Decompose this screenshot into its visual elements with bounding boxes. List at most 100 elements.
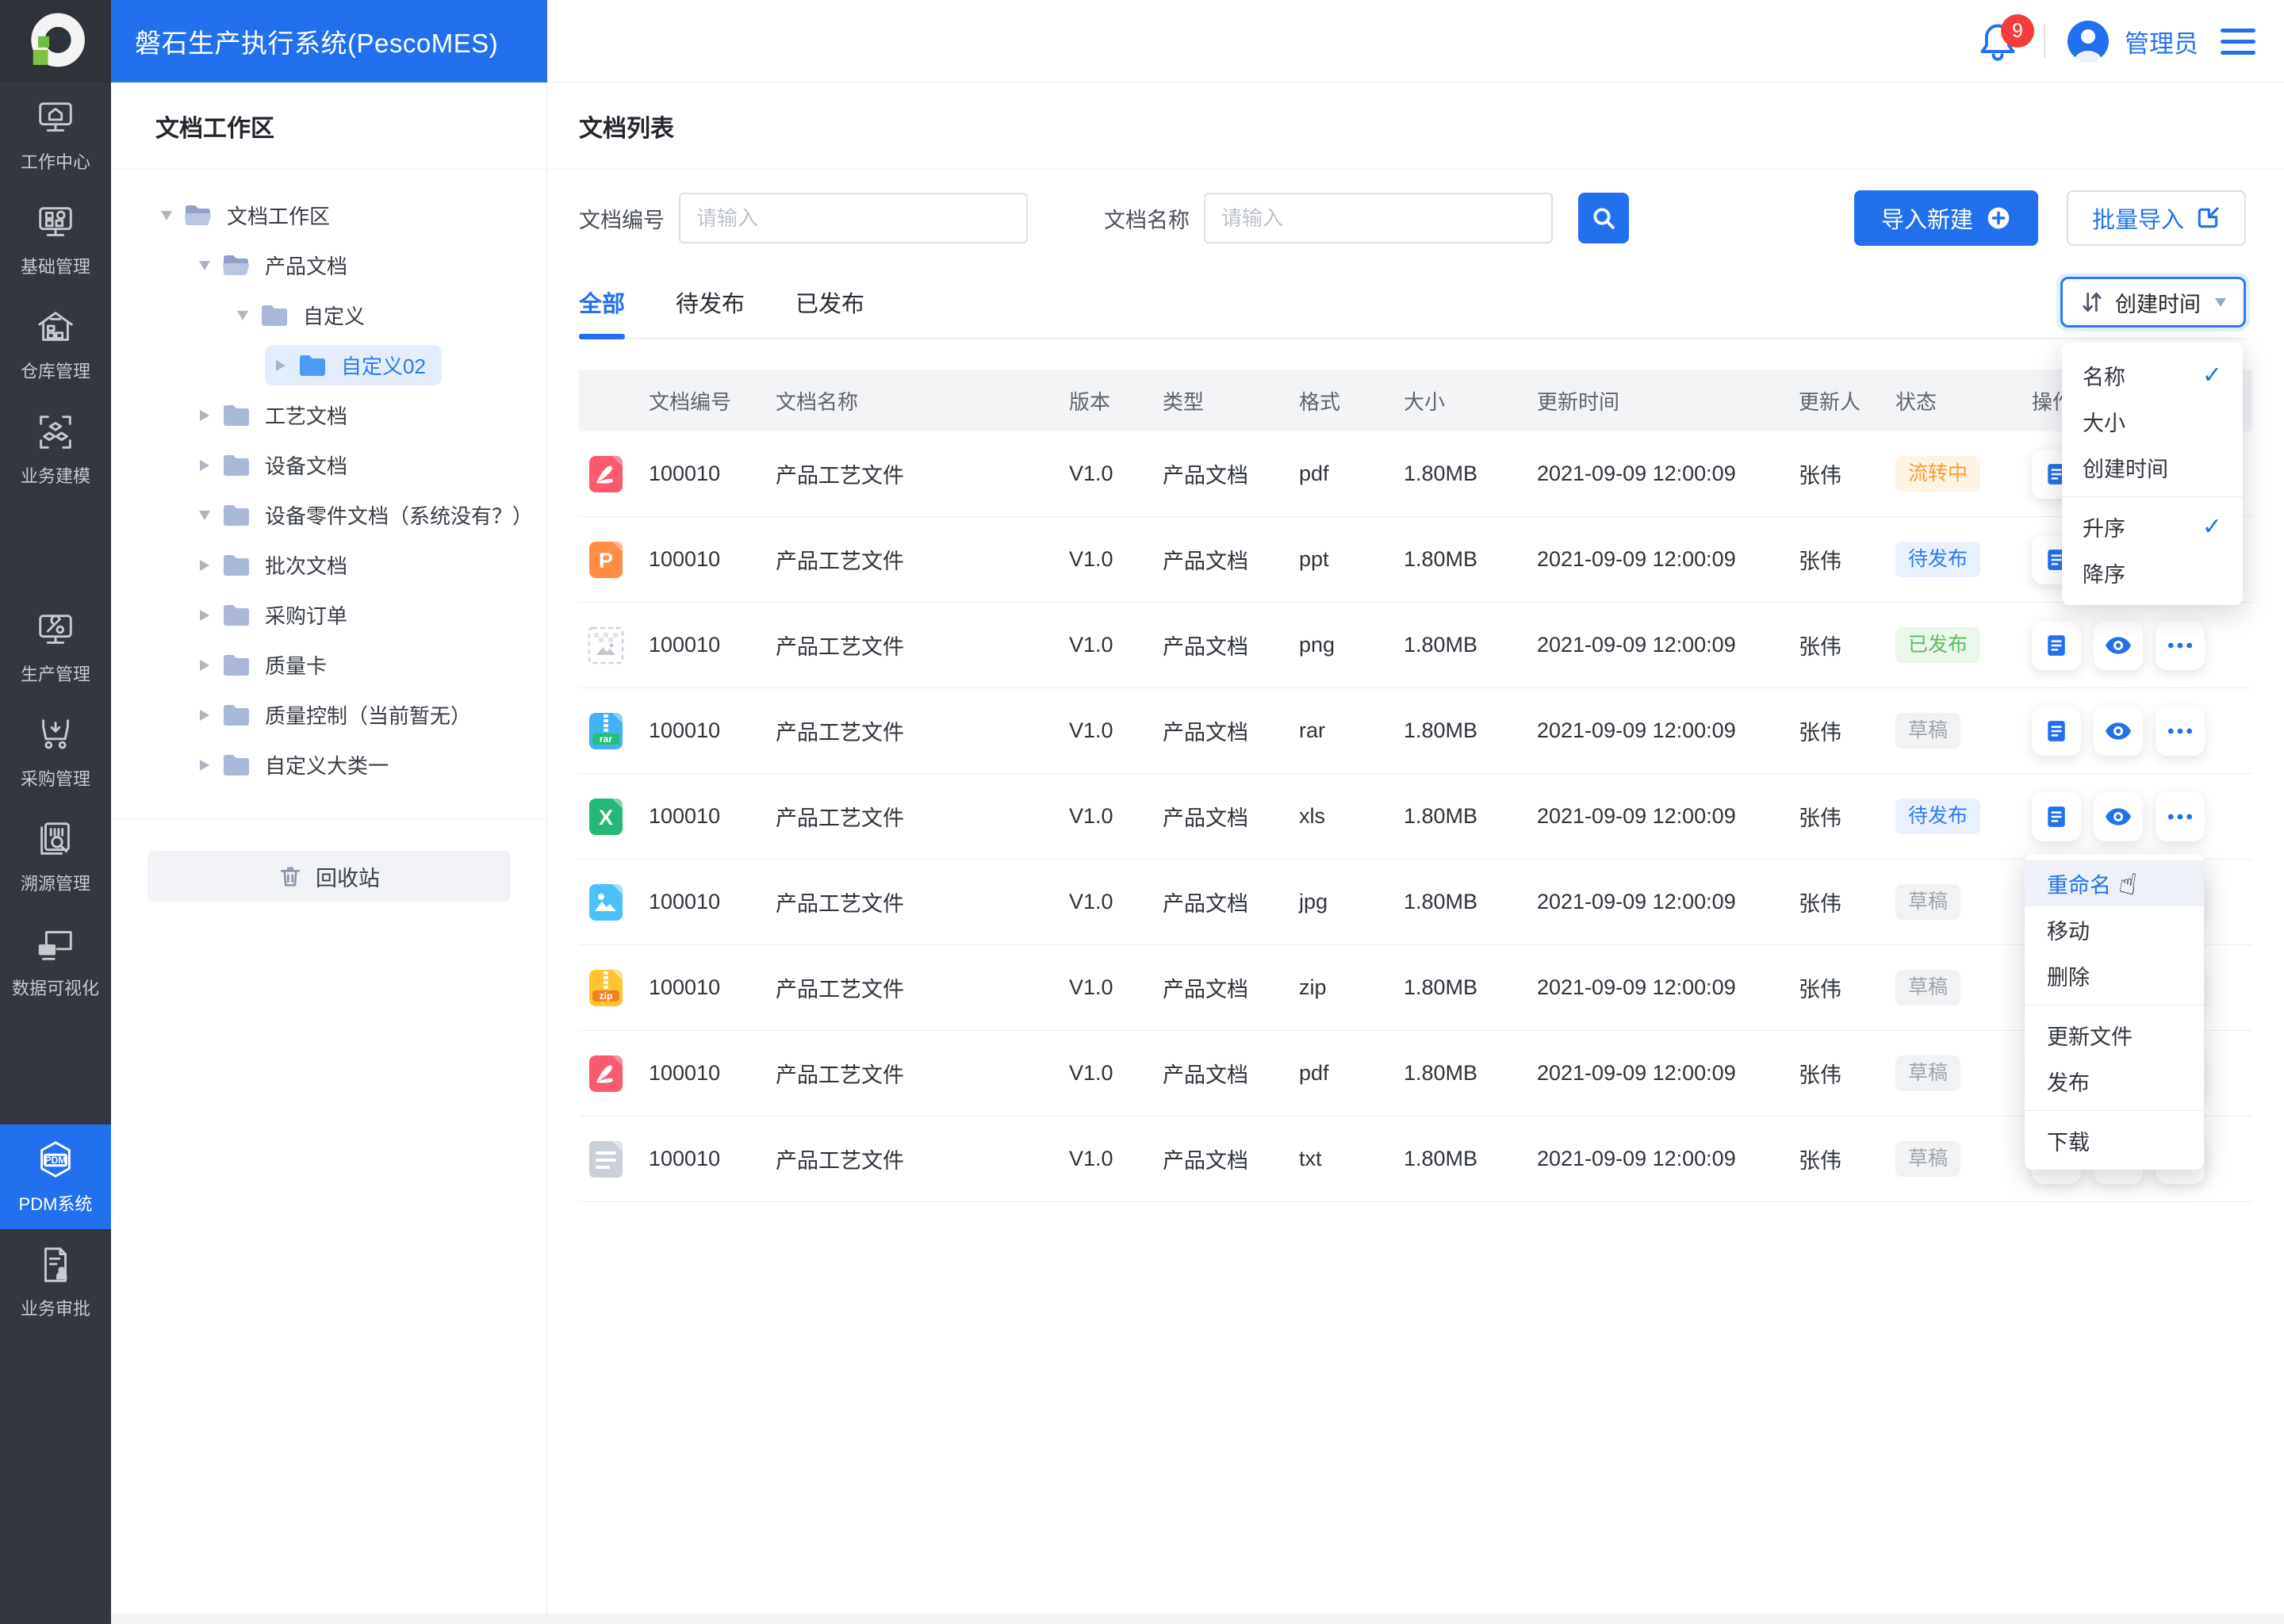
table-row[interactable]: X 100010 产品工艺文件 V1.0 产品文档 xls 1.80MB 202… xyxy=(579,774,2252,860)
sidebar-item-label: PDM系统 xyxy=(18,1194,93,1214)
tree-node-10[interactable]: 质量控制（当前暂无） xyxy=(111,690,546,740)
sidebar-item-dataviz[interactable]: 数据可视化 xyxy=(0,909,111,1013)
tab-published[interactable]: 已发布 xyxy=(795,266,864,338)
more-actions-button[interactable] xyxy=(2156,791,2205,841)
col-type: 类型 xyxy=(1163,389,1205,414)
menu-item-label: 移动 xyxy=(2047,919,2090,944)
detail-button[interactable] xyxy=(2032,791,2081,841)
cell-size: 1.80MB xyxy=(1404,975,1478,999)
context-menu-item[interactable]: 重命名 ☝ xyxy=(2025,860,2204,906)
tree-node-6[interactable]: 设备零件文档（系统没有？） xyxy=(111,490,546,540)
sort-menu-item[interactable]: 名称 ✓ xyxy=(2062,352,2243,398)
tree-node-5[interactable]: 设备文档 xyxy=(111,440,546,490)
cell-doc-no: 100010 xyxy=(649,462,721,485)
file-icon-xls: X xyxy=(579,798,649,836)
menu-item-label: 创建时间 xyxy=(2083,457,2168,481)
sidebar-item-approval[interactable]: 业务审批 xyxy=(0,1229,111,1334)
cell-version: V1.0 xyxy=(1069,975,1113,999)
tree-node-4[interactable]: 工艺文档 xyxy=(111,390,546,440)
production-icon xyxy=(33,608,78,653)
table-row[interactable]: 100010 产品工艺文件 V1.0 产品文档 jpg 1.80MB 2021-… xyxy=(579,860,2252,945)
sidebar-item-trace[interactable]: 溯源管理 xyxy=(0,804,111,909)
tree-node-8[interactable]: 采购订单 xyxy=(111,590,546,640)
cell-type: 产品文档 xyxy=(1163,1149,1248,1173)
user-name[interactable]: 管理员 xyxy=(2125,24,2198,59)
sort-menu-item[interactable]: 升序 ✓ xyxy=(2062,504,2243,550)
cell-type: 产品文档 xyxy=(1163,978,1248,1002)
table-row[interactable]: rar 100010 产品工艺文件 V1.0 产品文档 rar 1.80MB 2… xyxy=(579,688,2252,774)
context-menu-item[interactable]: 删除 xyxy=(2025,952,2204,998)
tree-node-11[interactable]: 自定义大类一 xyxy=(111,740,546,790)
preview-button[interactable] xyxy=(2094,791,2143,841)
tree-node-0[interactable]: 文档工作区 xyxy=(111,190,546,240)
table-row[interactable]: 100010 产品工艺文件 V1.0 产品文档 txt 1.80MB 2021-… xyxy=(579,1116,2252,1202)
menu-item-label: 升序 xyxy=(2083,516,2125,541)
doc-name-input[interactable] xyxy=(1204,193,1553,243)
caret-right-icon[interactable] xyxy=(198,759,211,771)
sidebar-item-workbench[interactable]: 工作中心 xyxy=(0,82,111,187)
sort-menu-item[interactable]: 创建时间 xyxy=(2062,444,2243,490)
sort-menu-item[interactable]: 大小 xyxy=(2062,398,2243,444)
table-row[interactable]: 100010 产品工艺文件 V1.0 产品文档 pdf 1.80MB 2021-… xyxy=(579,1031,2252,1116)
context-menu-item[interactable]: 发布 xyxy=(2025,1058,2204,1104)
detail-button[interactable] xyxy=(2032,706,2081,756)
sort-menu-item[interactable]: 降序 xyxy=(2062,550,2243,596)
sidebar-item-base[interactable]: 基础管理 xyxy=(0,187,111,292)
bottom-scrollbar-track[interactable] xyxy=(111,1614,2284,1624)
sidebar-item-modeling[interactable]: 业务建模 xyxy=(0,396,111,501)
preview-button[interactable] xyxy=(2094,706,2143,756)
batch-import-button[interactable]: 批量导入 xyxy=(2066,190,2246,246)
sidebar-item-warehouse[interactable]: 仓库管理 xyxy=(0,292,111,396)
search-button[interactable] xyxy=(1578,193,1629,243)
tree-node-9[interactable]: 质量卡 xyxy=(111,640,546,690)
tree-node-1[interactable]: 产品文档 xyxy=(111,240,546,290)
status-badge: 待发布 xyxy=(1895,542,1981,577)
row-context-menu: 重命名 ☝ 移动 删除 更新文件 发布 下载 xyxy=(2025,854,2204,1170)
notifications-button[interactable]: 9 xyxy=(1977,14,2034,65)
tree-node-3[interactable]: 自定义02 xyxy=(111,340,546,390)
caret-right-icon[interactable] xyxy=(198,459,211,471)
menu-icon[interactable] xyxy=(2221,28,2255,55)
caret-down-icon[interactable] xyxy=(160,210,173,220)
context-menu-item[interactable]: 更新文件 xyxy=(2025,1012,2204,1058)
more-actions-button[interactable] xyxy=(2156,706,2205,756)
table-row[interactable]: P 100010 产品工艺文件 V1.0 产品文档 ppt 1.80MB 202… xyxy=(579,517,2252,603)
tab-pending[interactable]: 待发布 xyxy=(676,266,745,338)
import-new-button[interactable]: 导入新建 xyxy=(1853,190,2038,246)
caret-right-icon[interactable] xyxy=(198,709,211,721)
tab-all[interactable]: 全部 xyxy=(579,266,626,339)
detail-button[interactable] xyxy=(2032,620,2081,670)
more-actions-button[interactable] xyxy=(2156,620,2205,670)
caret-right-icon[interactable] xyxy=(198,409,211,421)
caret-right-icon[interactable] xyxy=(198,659,211,671)
table-row[interactable]: 100010 产品工艺文件 V1.0 产品文档 png 1.80MB 2021-… xyxy=(579,603,2252,688)
sidebar-item-purchase[interactable]: 采购管理 xyxy=(0,699,111,804)
cell-format: txt xyxy=(1299,1147,1322,1170)
recycle-bin-button[interactable]: 回收站 xyxy=(147,851,511,902)
sidebar-item-pdm[interactable]: PDM PDM系统 xyxy=(0,1124,111,1229)
context-menu-item[interactable]: 移动 xyxy=(2025,906,2204,952)
preview-button[interactable] xyxy=(2094,620,2143,670)
caret-down-icon[interactable] xyxy=(236,310,249,320)
context-menu-item[interactable]: 下载 xyxy=(2025,1117,2204,1163)
menu-item-label: 删除 xyxy=(2047,965,2090,990)
caret-down-icon[interactable] xyxy=(198,260,211,270)
svg-text:PDM: PDM xyxy=(45,1155,67,1166)
table-row[interactable]: 100010 产品工艺文件 V1.0 产品文档 pdf 1.80MB 2021-… xyxy=(579,431,2252,517)
caret-down-icon[interactable] xyxy=(198,510,211,520)
tree-node-7[interactable]: 批次文档 xyxy=(111,540,546,590)
caret-right-icon[interactable] xyxy=(274,359,287,371)
check-icon: ✓ xyxy=(2202,513,2222,540)
doc-no-input[interactable] xyxy=(679,193,1028,243)
status-badge: 待发布 xyxy=(1895,799,1981,834)
tree-node-label: 质量控制（当前暂无） xyxy=(265,704,472,728)
menu-item-label: 重命名 xyxy=(2047,873,2111,898)
sidebar-item-production[interactable]: 生产管理 xyxy=(0,595,111,699)
file-icon-rar: rar xyxy=(579,712,649,750)
table-row[interactable]: zip 100010 产品工艺文件 V1.0 产品文档 zip 1.80MB 2… xyxy=(579,945,2252,1031)
caret-right-icon[interactable] xyxy=(198,609,211,621)
caret-right-icon[interactable] xyxy=(198,559,211,571)
avatar[interactable] xyxy=(2067,21,2109,62)
tree-node-2[interactable]: 自定义 xyxy=(111,290,546,340)
sort-button[interactable]: 创建时间 xyxy=(2060,277,2246,327)
